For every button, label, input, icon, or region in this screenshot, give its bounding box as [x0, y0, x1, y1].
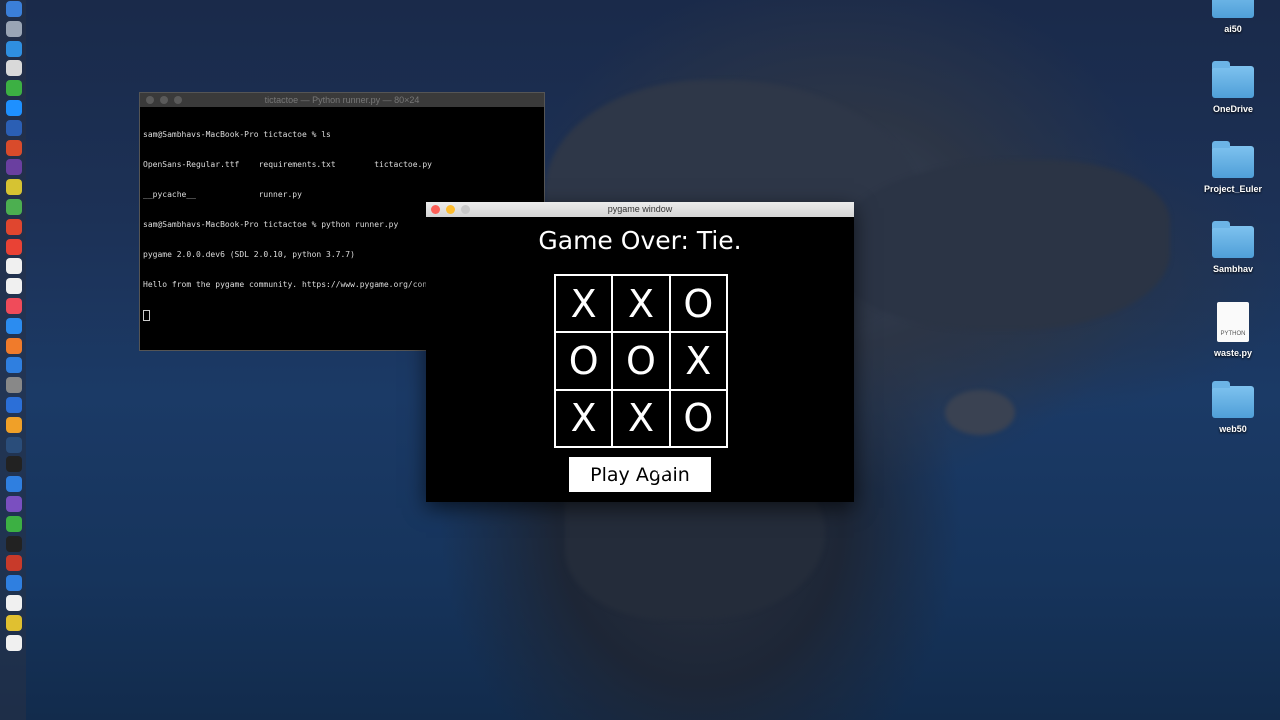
dock-app-icon[interactable] [6, 119, 22, 136]
pygame-title-bar[interactable]: pygame window [426, 202, 854, 217]
rock-shape [945, 390, 1015, 435]
folder-icon [1212, 61, 1254, 98]
board-cell[interactable]: O [612, 332, 670, 390]
board-cell[interactable]: O [669, 275, 727, 333]
desktop-item[interactable]: PYTHON waste.py [1193, 302, 1273, 358]
dock-app-icon[interactable] [6, 416, 22, 433]
terminal-cursor [143, 310, 150, 321]
maximize-icon[interactable] [174, 96, 182, 104]
game-status: Game Over: Tie. [538, 226, 742, 255]
dock-app-icon[interactable] [6, 218, 22, 235]
board-cell[interactable]: X [669, 332, 727, 390]
dock-app-icon[interactable] [6, 436, 22, 453]
file-badge: PYTHON [1220, 331, 1246, 337]
desktop-item[interactable]: OneDrive [1193, 61, 1273, 114]
dock-app-icon[interactable] [6, 258, 22, 275]
folder-icon [1212, 0, 1254, 18]
board-cell[interactable]: O [669, 389, 727, 447]
terminal-line: __pycache__ runner.py [143, 190, 302, 199]
terminal-line: sam@Sambhavs-MacBook-Pro tictactoe % ls [143, 130, 331, 139]
desktop-item-label: web50 [1219, 424, 1247, 434]
dock-app-icon[interactable] [6, 100, 22, 116]
desktop-item[interactable]: ai50 [1193, 0, 1273, 34]
folder-icon [1212, 141, 1254, 178]
dock-app-icon[interactable] [6, 159, 22, 176]
dock-app-icon[interactable] [6, 60, 22, 77]
dock-app-icon[interactable] [6, 298, 22, 314]
pygame-window[interactable]: pygame window Game Over: Tie. X X O O O … [426, 202, 854, 502]
dock-app-icon[interactable] [6, 634, 22, 651]
desktop-item[interactable]: Sambhav [1193, 221, 1273, 274]
desktop-item[interactable]: web50 [1193, 381, 1273, 434]
python-file-icon: PYTHON [1217, 302, 1249, 342]
desktop-item-label: ai50 [1224, 24, 1242, 34]
dock-app-icon[interactable] [6, 456, 22, 473]
board-cell[interactable]: X [555, 389, 613, 447]
desktop-item-label: waste.py [1213, 348, 1253, 358]
desktop-item-label: OneDrive [1212, 104, 1254, 114]
dock-app-icon[interactable] [6, 238, 22, 255]
dock-app-icon[interactable] [6, 317, 22, 334]
tictactoe-board: X X O O O X X X O [554, 274, 728, 448]
dock-app-icon[interactable] [6, 555, 22, 572]
dock-app-icon[interactable] [6, 476, 22, 493]
dock-app-icon[interactable] [6, 337, 22, 354]
play-again-button[interactable]: Play Again [569, 457, 711, 492]
desktop-item-label: Project_Euler [1203, 184, 1263, 194]
dock-app-icon[interactable] [6, 614, 22, 631]
dock-app-icon[interactable] [6, 1, 22, 17]
dock-app-icon[interactable] [6, 80, 22, 97]
board-cell[interactable]: X [612, 389, 670, 447]
dock-app-icon[interactable] [6, 515, 22, 532]
dock-app-icon[interactable] [6, 397, 22, 413]
dock [0, 0, 26, 720]
board-cell[interactable]: O [555, 332, 613, 390]
terminal-title: tictactoe — Python runner.py — 80×24 [264, 95, 420, 105]
minimize-icon[interactable] [160, 96, 168, 104]
board-cell[interactable]: X [555, 275, 613, 333]
dock-app-icon[interactable] [6, 496, 22, 512]
dock-app-icon[interactable] [6, 357, 22, 374]
dock-app-icon[interactable] [6, 199, 22, 215]
board-cell[interactable]: X [612, 275, 670, 333]
desktop-item-label: Sambhav [1212, 264, 1254, 274]
maximize-icon[interactable] [461, 205, 470, 214]
close-icon[interactable] [146, 96, 154, 104]
minimize-icon[interactable] [446, 205, 455, 214]
dock-app-icon[interactable] [6, 20, 22, 37]
dock-app-icon[interactable] [6, 535, 22, 552]
folder-icon [1212, 381, 1254, 418]
close-icon[interactable] [431, 205, 440, 214]
terminal-line: OpenSans-Regular.ttf requirements.txt ti… [143, 160, 432, 169]
dock-app-icon[interactable] [6, 139, 22, 156]
dock-app-icon[interactable] [6, 278, 22, 295]
dock-app-icon[interactable] [6, 40, 22, 57]
dock-app-icon[interactable] [6, 179, 22, 196]
pygame-window-title: pygame window [607, 204, 673, 214]
dock-app-icon[interactable] [6, 575, 22, 592]
dock-app-icon[interactable] [6, 595, 22, 611]
dock-app-icon[interactable] [6, 377, 22, 394]
folder-icon [1212, 221, 1254, 258]
desktop-item[interactable]: Project_Euler [1193, 141, 1273, 194]
terminal-title-bar[interactable]: tictactoe — Python runner.py — 80×24 [140, 93, 544, 107]
